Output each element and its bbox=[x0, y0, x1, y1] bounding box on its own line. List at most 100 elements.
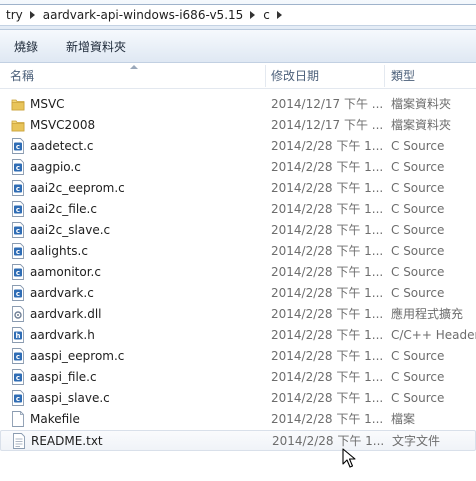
file-modified-date: 2014/2/28 下午 1... bbox=[271, 307, 383, 321]
file-modified-date: 2014/2/28 下午 1... bbox=[271, 265, 383, 279]
file-row[interactable]: c aamonitor.c 2014/2/28 下午 1... C Source bbox=[0, 262, 476, 283]
breadcrumb-label: aardvark-api-windows-i686-v5.15 bbox=[42, 8, 244, 22]
file-type: 檔案 bbox=[391, 412, 416, 426]
column-header-date[interactable]: 修改日期 bbox=[271, 63, 319, 89]
breadcrumb-item-c[interactable]: c bbox=[263, 8, 290, 22]
file-row[interactable]: c aaspi_slave.c 2014/2/28 下午 1... C Source bbox=[0, 388, 476, 409]
breadcrumb-item-aardvark[interactable]: aardvark-api-windows-i686-v5.15 bbox=[43, 8, 264, 22]
svg-text:c: c bbox=[16, 374, 20, 382]
file-row[interactable]: c aai2c_eeprom.c 2014/2/28 下午 1... C Source bbox=[0, 178, 476, 199]
file-modified-date: 2014/2/28 下午 1... bbox=[271, 202, 383, 216]
svg-text:c: c bbox=[16, 143, 20, 151]
c-source-file-icon: c bbox=[11, 180, 25, 196]
file-modified-date: 2014/2/28 下午 1... bbox=[271, 349, 383, 363]
file-name: README.txt bbox=[31, 434, 103, 448]
address-bar[interactable]: try aardvark-api-windows-i686-v5.15 c bbox=[0, 0, 476, 30]
file-type: C Source bbox=[391, 391, 445, 405]
file-row[interactable]: c aaspi_file.c 2014/2/28 下午 1... C Source bbox=[0, 367, 476, 388]
svg-text:c: c bbox=[16, 290, 20, 298]
breadcrumb[interactable]: try aardvark-api-windows-i686-v5.15 c bbox=[0, 4, 476, 26]
file-modified-date: 2014/2/28 下午 1... bbox=[271, 328, 383, 342]
blank-file-icon bbox=[11, 411, 25, 427]
chevron-right-icon[interactable] bbox=[250, 11, 256, 19]
file-row[interactable]: h aardvark.h 2014/2/28 下午 1... C/C++ Header bbox=[0, 325, 476, 346]
file-type: C Source bbox=[391, 286, 445, 300]
file-type: C Source bbox=[391, 160, 445, 174]
svg-text:c: c bbox=[16, 353, 20, 361]
file-row[interactable]: MSVC 2014/12/17 下午 ... 檔案資料夾 bbox=[0, 94, 476, 115]
file-type: 檔案資料夾 bbox=[391, 97, 452, 111]
file-type: C Source bbox=[391, 349, 445, 363]
column-header-row: 名稱 修改日期 類型 bbox=[0, 63, 476, 89]
breadcrumb-label: c bbox=[263, 8, 270, 22]
svg-text:c: c bbox=[16, 164, 20, 172]
file-name: aai2c_eeprom.c bbox=[30, 181, 125, 195]
file-modified-date: 2014/12/17 下午 ... bbox=[271, 97, 383, 111]
file-modified-date: 2014/2/28 下午 1... bbox=[271, 223, 383, 237]
file-row[interactable]: c aai2c_slave.c 2014/2/28 下午 1... C Source bbox=[0, 220, 476, 241]
file-row[interactable]: c aagpio.c 2014/2/28 下午 1... C Source bbox=[0, 157, 476, 178]
file-name: aadetect.c bbox=[30, 139, 94, 153]
folder-icon bbox=[11, 96, 25, 112]
c-source-file-icon: c bbox=[11, 369, 25, 385]
chevron-right-icon[interactable] bbox=[276, 11, 282, 19]
file-name: aai2c_slave.c bbox=[30, 223, 111, 237]
file-name: MSVC bbox=[30, 97, 65, 111]
c-source-file-icon: c bbox=[11, 285, 25, 301]
breadcrumb-label: try bbox=[6, 8, 23, 22]
mouse-cursor-icon bbox=[342, 448, 356, 468]
file-name: aardvark.dll bbox=[30, 307, 102, 321]
file-name: Makefile bbox=[30, 412, 80, 426]
file-type: C Source bbox=[391, 202, 445, 216]
svg-text:c: c bbox=[16, 395, 20, 403]
file-modified-date: 2014/2/28 下午 1... bbox=[271, 181, 383, 195]
column-header-type[interactable]: 類型 bbox=[391, 63, 415, 89]
file-type: C Source bbox=[391, 265, 445, 279]
column-divider[interactable] bbox=[265, 65, 266, 87]
file-row[interactable]: c aai2c_file.c 2014/2/28 下午 1... C Source bbox=[0, 199, 476, 220]
chevron-right-icon[interactable] bbox=[29, 11, 35, 19]
c-source-file-icon: c bbox=[11, 390, 25, 406]
file-type: 文字文件 bbox=[392, 434, 441, 448]
file-row[interactable]: README.txt 2014/2/28 下午 1... 文字文件 bbox=[0, 430, 476, 451]
svg-text:h: h bbox=[16, 332, 21, 340]
breadcrumb-item-try[interactable]: try bbox=[6, 8, 43, 22]
file-row[interactable]: MSVC2008 2014/12/17 下午 ... 檔案資料夾 bbox=[0, 115, 476, 136]
c-source-file-icon: c bbox=[11, 264, 25, 280]
file-row[interactable]: c aadetect.c 2014/2/28 下午 1... C Source bbox=[0, 136, 476, 157]
burn-button[interactable]: 燒錄 bbox=[14, 38, 38, 55]
c-source-file-icon: c bbox=[11, 222, 25, 238]
column-divider[interactable] bbox=[384, 65, 385, 87]
file-row[interactable]: Makefile 2014/2/28 下午 1... 檔案 bbox=[0, 409, 476, 430]
file-row[interactable]: c aaspi_eeprom.c 2014/2/28 下午 1... C Source bbox=[0, 346, 476, 367]
file-type: 應用程式擴充 bbox=[391, 307, 464, 321]
file-row[interactable]: c aalights.c 2014/2/28 下午 1... C Source bbox=[0, 241, 476, 262]
file-type: C Source bbox=[391, 244, 445, 258]
file-name: aai2c_file.c bbox=[30, 202, 97, 216]
column-header-name[interactable]: 名稱 bbox=[10, 63, 34, 89]
text-file-icon bbox=[12, 433, 26, 449]
svg-text:c: c bbox=[16, 185, 20, 193]
svg-text:c: c bbox=[16, 269, 20, 277]
file-modified-date: 2014/2/28 下午 1... bbox=[271, 160, 383, 174]
file-name: aagpio.c bbox=[30, 160, 81, 174]
file-modified-date: 2014/2/28 下午 1... bbox=[271, 412, 383, 426]
command-bar: 燒錄 新增資料夾 bbox=[0, 30, 476, 63]
svg-text:c: c bbox=[16, 206, 20, 214]
file-type: C Source bbox=[391, 181, 445, 195]
c-source-file-icon: c bbox=[11, 159, 25, 175]
file-name: aardvark.c bbox=[30, 286, 94, 300]
file-name: aalights.c bbox=[30, 244, 88, 258]
svg-text:c: c bbox=[16, 227, 20, 235]
c-source-file-icon: c bbox=[11, 243, 25, 259]
file-row[interactable]: aardvark.dll 2014/2/28 下午 1... 應用程式擴充 bbox=[0, 304, 476, 325]
file-name: aardvark.h bbox=[30, 328, 95, 342]
file-list: MSVC 2014/12/17 下午 ... 檔案資料夾 MSVC2008 2014/1… bbox=[0, 94, 476, 451]
file-type: C Source bbox=[391, 223, 445, 237]
file-name: MSVC2008 bbox=[30, 118, 96, 132]
svg-text:c: c bbox=[16, 248, 20, 256]
file-type: C Source bbox=[391, 139, 445, 153]
file-modified-date: 2014/2/28 下午 1... bbox=[271, 286, 383, 300]
new-folder-button[interactable]: 新增資料夾 bbox=[66, 38, 126, 55]
file-row[interactable]: c aardvark.c 2014/2/28 下午 1... C Source bbox=[0, 283, 476, 304]
